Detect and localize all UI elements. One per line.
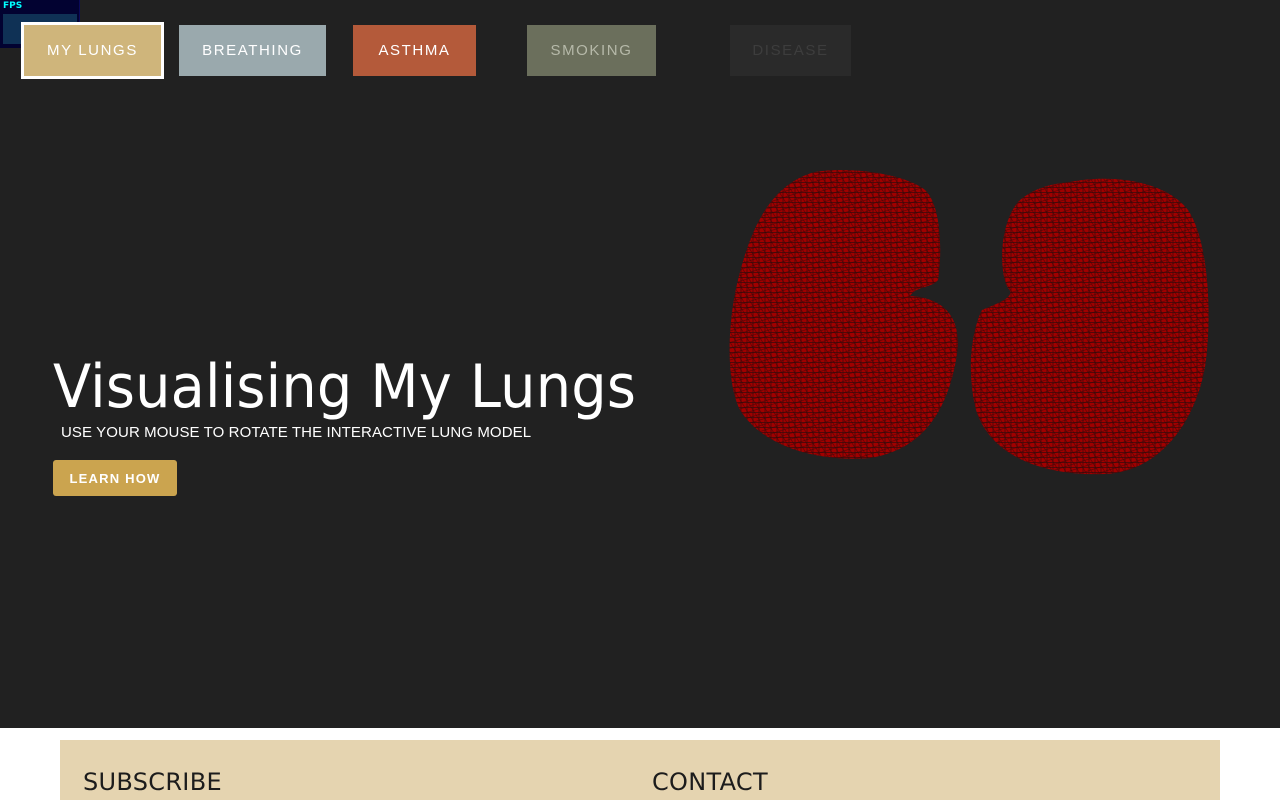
hero-subtitle: USE YOUR MOUSE TO ROTATE THE INTERACTIVE… [61, 424, 532, 441]
right-lung-icon [970, 178, 1209, 475]
fps-label: FPS [3, 1, 23, 11]
footer-panel: SUBSCRIBE CONTACT [60, 740, 1220, 800]
contact-heading: CONTACT [652, 768, 768, 796]
subscribe-heading: SUBSCRIBE [83, 768, 222, 796]
nav-asthma-button[interactable]: ASTHMA [353, 25, 476, 76]
learn-how-button[interactable]: LEARN HOW [53, 460, 177, 496]
page-title: Visualising My Lungs [53, 352, 637, 422]
nav-my-lungs-button[interactable]: MY LUNGS [21, 22, 164, 79]
lung-model-canvas[interactable] [720, 160, 1220, 490]
nav-breathing-button[interactable]: BREATHING [179, 25, 326, 76]
hero-section: FPS MY LUNGS BREATHING ASTHMA SMOKING DI… [0, 0, 1280, 728]
left-lung-icon [729, 170, 958, 459]
nav-disease-button[interactable]: DISEASE [730, 25, 851, 76]
nav-smoking-button[interactable]: SMOKING [527, 25, 656, 76]
